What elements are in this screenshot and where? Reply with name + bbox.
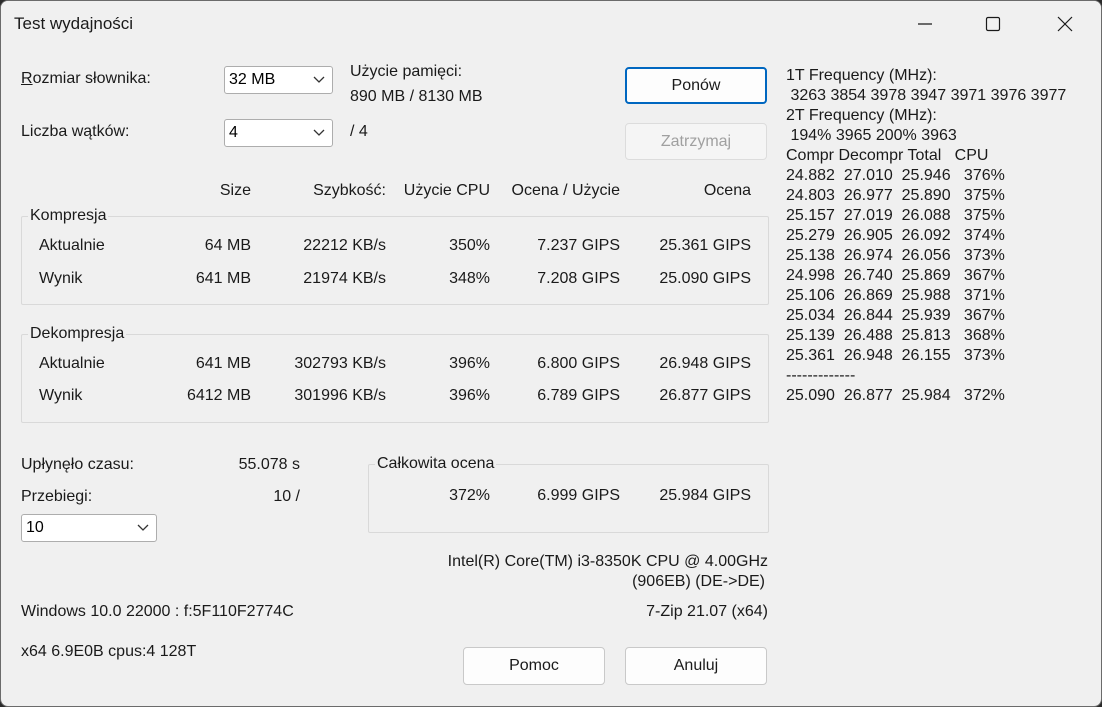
memory-usage-value: 890 MB / 8130 MB: [350, 88, 483, 105]
compression-current-speed: 22212 KB/s: [303, 237, 386, 254]
compression-result-size: 641 MB: [195, 270, 251, 287]
compression-current-rating: 25.361 GIPS: [659, 237, 751, 254]
dictionary-size-select[interactable]: 32 MB: [224, 66, 333, 94]
chevron-down-icon: [313, 76, 325, 83]
passes-select[interactable]: 10: [21, 514, 157, 542]
log-row: 24.882 27.010 25.946 376%: [786, 167, 1005, 184]
compression-result-label: Wynik: [39, 270, 83, 287]
help-button[interactable]: Pomoc: [463, 647, 605, 685]
decompression-result-label: Wynik: [39, 387, 83, 404]
freq1-values: 3263 3854 3978 3947 3971 3976 3977: [786, 87, 1067, 104]
compression-result-rating: 25.090 GIPS: [659, 270, 751, 287]
title-bar: Test wydajności: [1, 1, 1101, 47]
decompression-current-speed: 302793 KB/s: [294, 355, 386, 372]
total-rating-usage: 6.999 GIPS: [537, 487, 620, 504]
log-row: 25.106 26.869 25.988 371%: [786, 287, 1005, 304]
log-separator: -------------: [786, 367, 856, 384]
log-row: 25.279 26.905 26.092 374%: [786, 227, 1005, 244]
total-rating: 25.984 GIPS: [659, 487, 751, 504]
window-title: Test wydajności: [14, 14, 134, 33]
decompression-result-cpu: 396%: [449, 387, 490, 404]
header-size: Size: [219, 182, 251, 199]
cpu-id: (906EB) (DE->DE): [632, 573, 765, 590]
threads-total: / 4: [350, 123, 368, 140]
decompression-result-speed: 301996 KB/s: [294, 387, 386, 404]
elapsed-time-value: 55.078 s: [238, 456, 300, 473]
log-header: Compr Decompr Total CPU: [786, 147, 989, 164]
total-rating-title: Całkowita ocena: [375, 455, 497, 473]
maximize-icon: [985, 16, 1001, 32]
header-speed: Szybkość:: [313, 182, 386, 199]
freq2-values: 194% 3965 200% 3963: [786, 127, 957, 144]
stop-button[interactable]: Zatrzymaj: [625, 123, 767, 160]
decompression-current-rating: 26.948 GIPS: [659, 355, 751, 372]
close-button[interactable]: [1031, 1, 1099, 47]
header-rating-usage: Ocena / Użycie: [511, 182, 620, 199]
decompression-current-label: Aktualnie: [39, 355, 105, 372]
cpu-name: Intel(R) Core(TM) i3-8350K CPU @ 4.00GHz: [447, 553, 768, 570]
compression-group: [21, 216, 769, 305]
total-cpu: 372%: [449, 487, 490, 504]
maximize-button[interactable]: [959, 1, 1027, 47]
threads-select[interactable]: 4: [224, 119, 333, 147]
decompression-result-size: 6412 MB: [186, 387, 251, 404]
threads-label: Liczba wątków:: [21, 123, 130, 140]
header-rating: Ocena: [703, 182, 751, 199]
app-version: 7-Zip 21.07 (x64): [646, 603, 768, 620]
log-row: 25.361 26.948 26.155 373%: [786, 347, 1005, 364]
freq2-label: 2T Frequency (MHz):: [786, 107, 937, 124]
log-row: 24.998 26.740 25.869 367%: [786, 267, 1005, 284]
log-summary: 25.090 26.877 25.984 372%: [786, 387, 1005, 404]
compression-current-size: 64 MB: [204, 237, 251, 254]
dictionary-size-label: Rozmiar słownika:: [21, 70, 151, 87]
decompression-current-rating-usage: 6.800 GIPS: [537, 355, 620, 372]
compression-result-rating-usage: 7.208 GIPS: [537, 270, 620, 287]
decompression-title: Dekompresja: [28, 325, 127, 343]
decompression-group: [21, 334, 769, 423]
elapsed-time-label: Upłynęło czasu:: [21, 456, 134, 473]
restart-button[interactable]: Ponów: [625, 67, 767, 104]
arch-info: x64 6.9E0B cpus:4 128T: [21, 643, 197, 660]
passes-value: 10 /: [273, 488, 300, 505]
compression-current-cpu: 350%: [449, 237, 490, 254]
minimize-icon: [918, 23, 932, 25]
decompression-current-cpu: 396%: [449, 355, 490, 372]
chevron-down-icon: [137, 524, 149, 531]
log-row: 25.034 26.844 25.939 367%: [786, 307, 1005, 324]
benchmark-window: Test wydajności Rozmiar słownika: 32 MB …: [0, 0, 1102, 707]
log-row: 25.138 26.974 26.056 373%: [786, 247, 1005, 264]
compression-result-speed: 21974 KB/s: [303, 270, 386, 287]
os-info: Windows 10.0 22000 : f:5F110F2774C: [21, 603, 294, 620]
minimize-button[interactable]: [891, 1, 959, 47]
cancel-button[interactable]: Anuluj: [625, 647, 767, 685]
compression-title: Kompresja: [28, 207, 109, 225]
decompression-result-rating: 26.877 GIPS: [659, 387, 751, 404]
log-row: 24.803 26.977 25.890 375%: [786, 187, 1005, 204]
memory-usage-label: Użycie pamięci:: [350, 63, 463, 80]
passes-label: Przebiegi:: [21, 488, 93, 505]
decompression-current-size: 641 MB: [195, 355, 251, 372]
compression-result-cpu: 348%: [449, 270, 490, 287]
header-cpu: Użycie CPU: [403, 182, 490, 199]
log-row: 25.139 26.488 25.813 368%: [786, 327, 1005, 344]
chevron-down-icon: [313, 129, 325, 136]
compression-current-rating-usage: 7.237 GIPS: [537, 237, 620, 254]
freq1-label: 1T Frequency (MHz):: [786, 67, 937, 84]
log-row: 25.157 27.019 26.088 375%: [786, 207, 1005, 224]
compression-current-label: Aktualnie: [39, 237, 105, 254]
close-icon: [1057, 16, 1073, 32]
decompression-result-rating-usage: 6.789 GIPS: [537, 387, 620, 404]
